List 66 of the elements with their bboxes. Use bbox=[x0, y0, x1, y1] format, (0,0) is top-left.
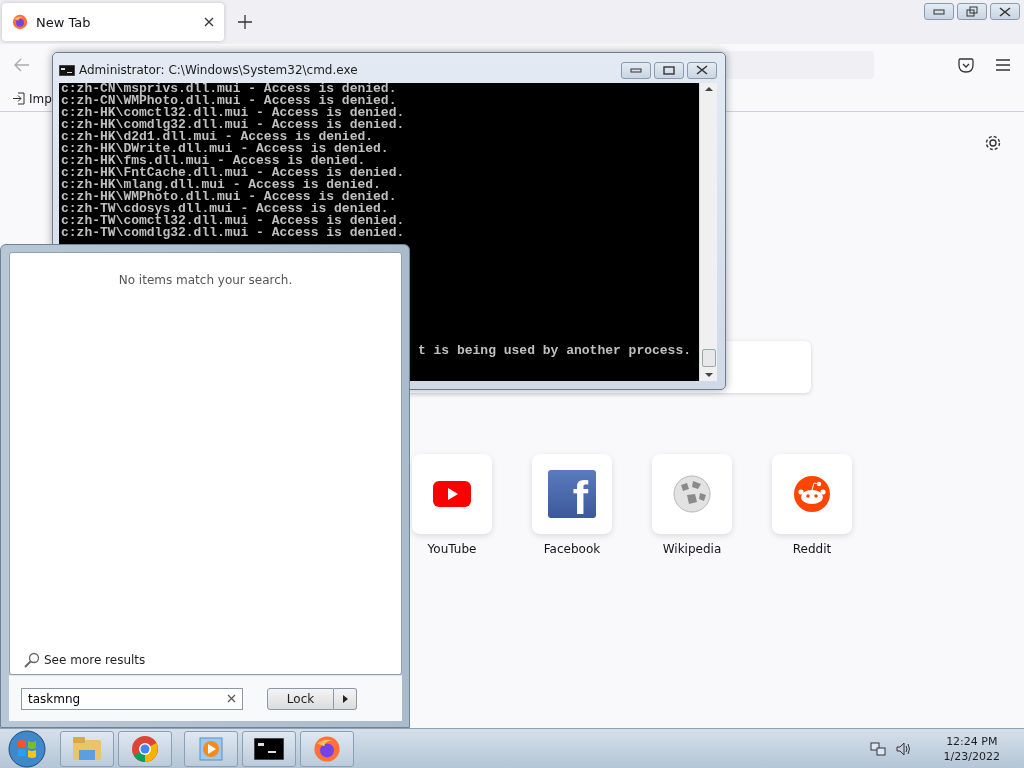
restore-button[interactable] bbox=[957, 3, 987, 20]
console-line: c:zh-HK\fms.dll.mui - Access is denied. bbox=[61, 155, 366, 167]
import-bookmarks-link[interactable]: Imp bbox=[12, 91, 52, 106]
fox-taskbar-button[interactable] bbox=[300, 730, 354, 767]
scroll-thumb[interactable] bbox=[701, 349, 716, 367]
scroll-down-icon[interactable] bbox=[704, 373, 713, 378]
console-line: c:zh-TW\comdlg32.dll.mui - Access is denied. bbox=[61, 227, 406, 239]
maximize-button[interactable] bbox=[654, 61, 684, 79]
console-line: c:zh-HK\WMPhoto.dll.mui - Access is denied. bbox=[61, 191, 398, 203]
console-line: c:zh-TW\cdosys.dll.mui - Access is denied. bbox=[61, 203, 389, 215]
close-button[interactable] bbox=[990, 3, 1020, 20]
close-icon bbox=[696, 65, 708, 75]
minimize-button[interactable] bbox=[621, 61, 651, 79]
console-line: c:zh-HK\comdlg32.dll.mui - Access is denied. bbox=[61, 119, 406, 131]
console-line: c:zh-HK\d2d1.dll.mui - Access is denied. bbox=[61, 131, 374, 143]
search-field[interactable]: taskmng bbox=[21, 687, 243, 710]
window-title: Administrator: C:\Windows\System32\cmd.exe bbox=[79, 63, 358, 77]
play-icon bbox=[433, 481, 471, 507]
import-icon bbox=[12, 92, 25, 105]
menu-icon[interactable] bbox=[996, 59, 1010, 71]
console-line: c:zh-HK\DWrite.dll.mui - Access is denied. bbox=[61, 143, 390, 155]
no-results-message: No items match your search. bbox=[118, 273, 293, 287]
console-line: c:zh-CN\msprivs.dll.mui - Access is denied. bbox=[61, 83, 398, 95]
browser-taskbar-button[interactable] bbox=[118, 730, 172, 767]
alien-icon bbox=[793, 475, 831, 513]
console-line: c:zh-CN\WMPhoto.dll.mui - Access is denied. bbox=[61, 95, 397, 107]
console-icon bbox=[254, 737, 284, 760]
clock-date: 1/23/2022 bbox=[943, 748, 1000, 764]
console-line: c:zh-HK\mlang.dll.mui - Access is denied. bbox=[61, 179, 381, 191]
tab-title: New Tab bbox=[36, 14, 92, 30]
close-icon[interactable] bbox=[204, 17, 214, 27]
close-button[interactable] bbox=[687, 61, 717, 79]
folder-icon bbox=[72, 735, 102, 762]
see-more-results-link[interactable]: See more results bbox=[18, 652, 146, 668]
scrollbar[interactable] bbox=[699, 83, 717, 381]
minimize-icon bbox=[630, 67, 642, 73]
console-line: c:zh-HK\FntCache.dll.mui - Access is denied. bbox=[61, 167, 406, 179]
browser-tab[interactable]: New Tab bbox=[2, 3, 224, 41]
restore-icon bbox=[966, 6, 978, 17]
close-icon bbox=[999, 6, 1011, 17]
power-options-button[interactable] bbox=[334, 687, 357, 710]
minimize-icon bbox=[933, 8, 945, 15]
clear-icon[interactable] bbox=[227, 693, 236, 703]
console-line: t is being used by another process. bbox=[417, 345, 692, 357]
globe-icon bbox=[673, 475, 711, 513]
play-icon bbox=[198, 735, 224, 762]
settings-icon[interactable] bbox=[984, 134, 1002, 152]
console-icon bbox=[59, 64, 75, 76]
plus-icon[interactable] bbox=[238, 15, 252, 29]
console-taskbar-button[interactable] bbox=[242, 730, 296, 767]
browser-logo-icon bbox=[131, 734, 159, 763]
minimize-button[interactable] bbox=[924, 3, 954, 20]
fox-globe-icon bbox=[12, 14, 28, 30]
lock-button[interactable]: Lock bbox=[267, 687, 334, 710]
console-line: c:zh-HK\comctl32.dll.mui - Access is denied. bbox=[61, 107, 406, 119]
clock-time: 12:24 PM bbox=[946, 733, 998, 749]
network-icon[interactable] bbox=[869, 740, 886, 757]
pocket-icon[interactable] bbox=[958, 57, 974, 73]
logo-letter: f bbox=[548, 470, 596, 518]
console-line: c:zh-TW\comctl32.dll.mui - Access is denied. bbox=[61, 215, 406, 227]
fox-globe-icon bbox=[313, 734, 341, 763]
caret-icon bbox=[342, 694, 348, 703]
search-icon bbox=[24, 652, 40, 668]
clock[interactable]: 12:24 PM 1/23/2022 bbox=[943, 733, 1000, 764]
maximize-icon bbox=[663, 65, 675, 75]
speaker-icon[interactable] bbox=[895, 740, 912, 757]
